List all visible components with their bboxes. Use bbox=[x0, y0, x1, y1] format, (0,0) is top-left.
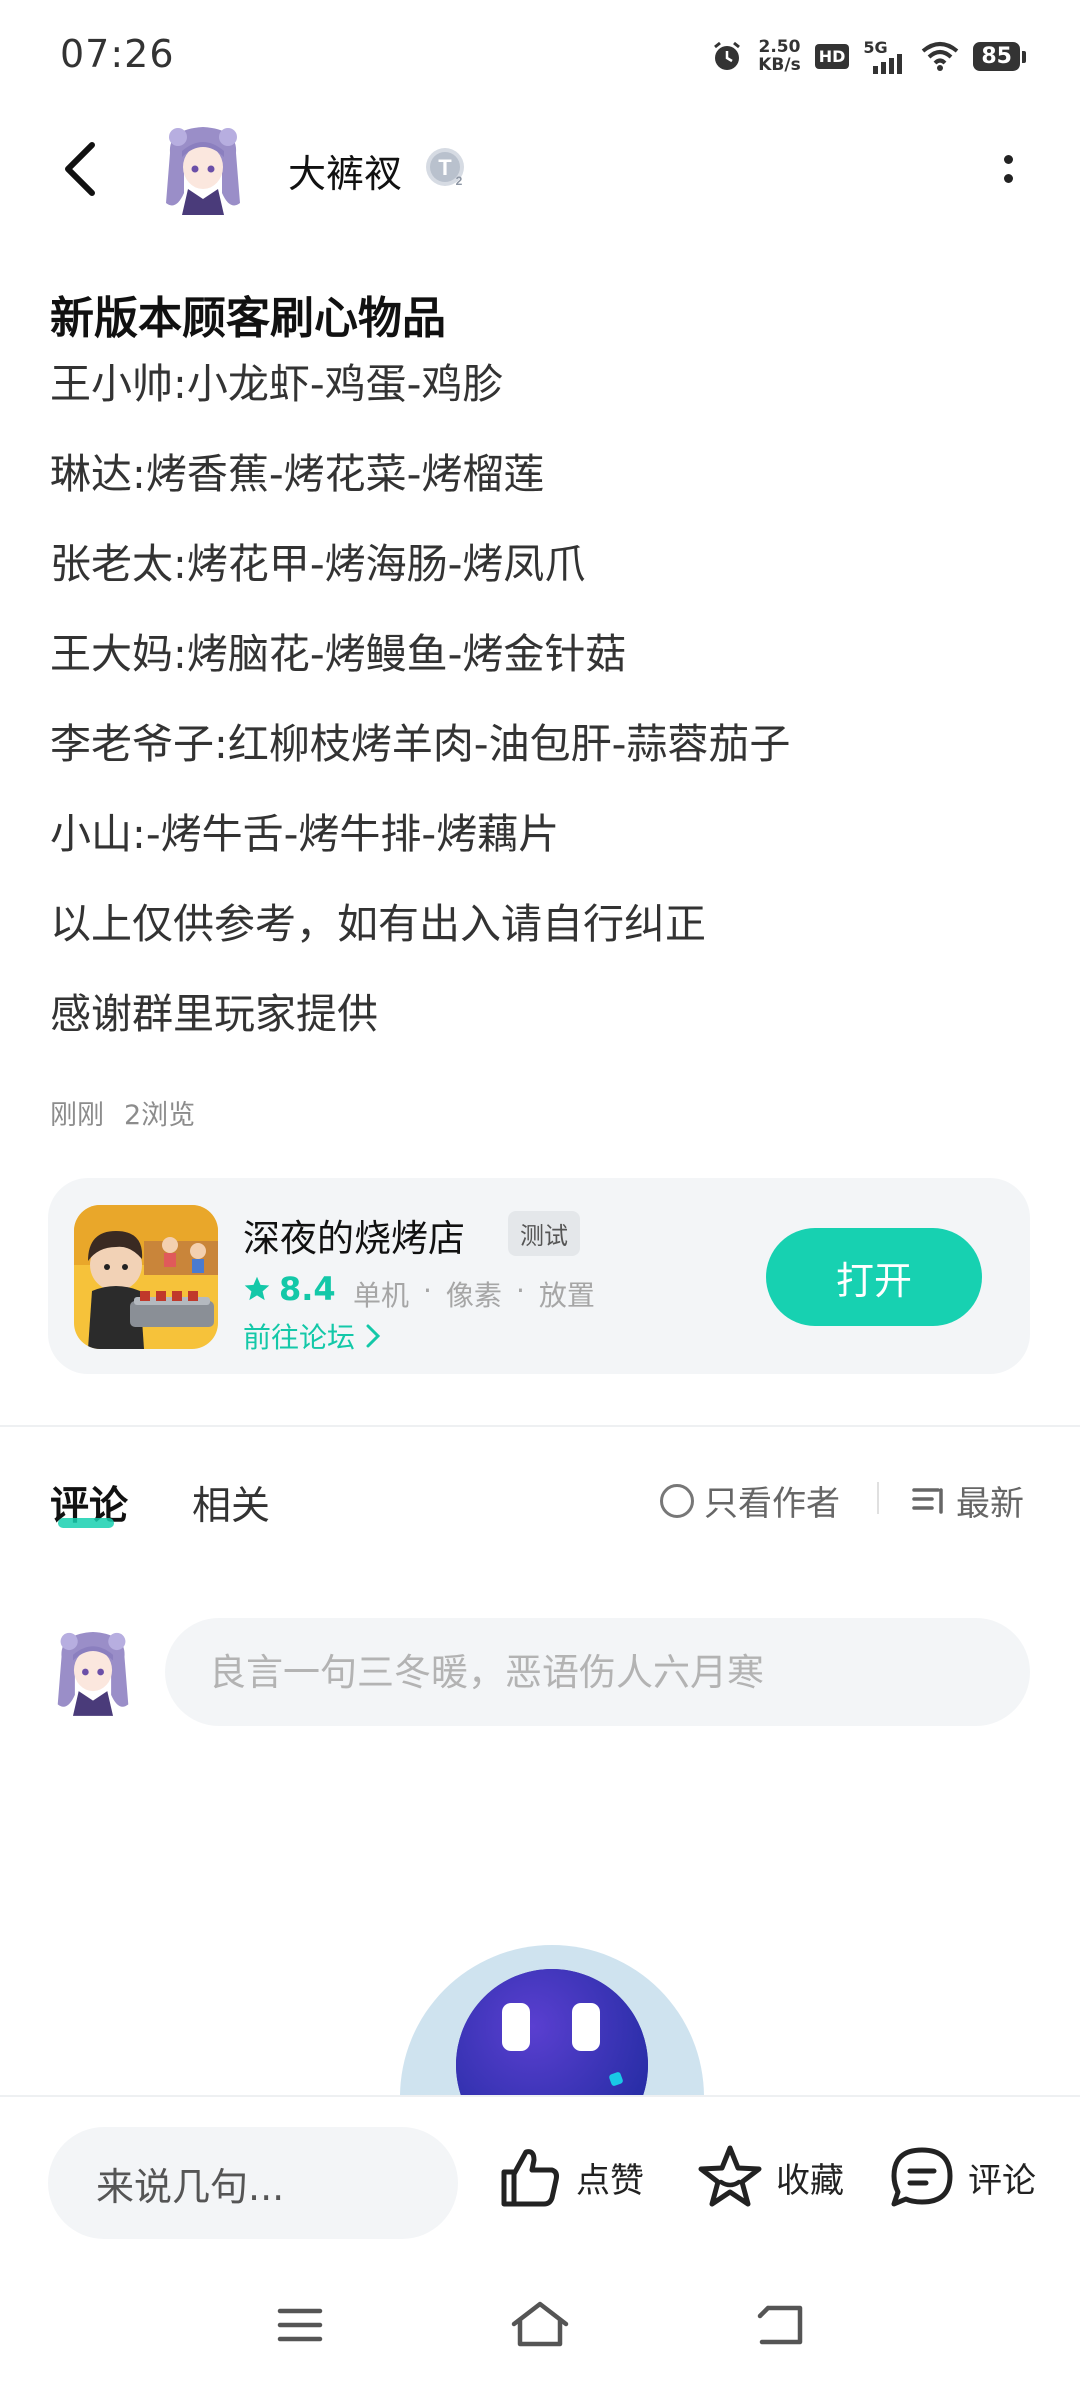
status-time: 07:26 bbox=[60, 32, 175, 76]
network-speed: 2.50 KB/s bbox=[758, 38, 800, 74]
star-outline-icon bbox=[698, 2145, 762, 2207]
forum-link-label: 前往论坛 bbox=[243, 1321, 356, 1354]
alarm-icon bbox=[714, 41, 741, 70]
comment-button[interactable]: 评论 bbox=[888, 2137, 1036, 2217]
post-line: 王小帅:小龙虾-鸡蛋-鸡胗 bbox=[50, 360, 504, 408]
speed-value: 2.50 bbox=[758, 37, 801, 57]
favorite-label: 收藏 bbox=[776, 2160, 844, 2201]
tag-separator: · bbox=[423, 1274, 432, 1307]
tag-separator: · bbox=[515, 1274, 525, 1307]
author-only-toggle[interactable]: 只看作者 bbox=[660, 1476, 840, 1525]
open-game-button[interactable]: 打开 bbox=[766, 1228, 982, 1326]
battery-indicator: 85 bbox=[973, 41, 1026, 71]
menu-icon bbox=[277, 2308, 323, 2342]
like-button[interactable]: 点赞 bbox=[498, 2137, 644, 2217]
hd-badge: HD bbox=[814, 43, 850, 69]
game-card[interactable]: 深夜的烧烤店 测试 8.4 单机 · 像素 · 放置 前往论坛 打开 bbox=[48, 1178, 1030, 1374]
tab-related[interactable]: 相关 bbox=[192, 1475, 270, 1531]
sort-label: 最新 bbox=[956, 1484, 1024, 1524]
post-line: 感谢群里玩家提供 bbox=[50, 990, 378, 1038]
game-status-tag: 测试 bbox=[508, 1211, 580, 1256]
favorite-button[interactable]: 收藏 bbox=[696, 2137, 844, 2217]
author-avatar[interactable] bbox=[160, 123, 246, 215]
level-badge: T 2 bbox=[425, 145, 469, 189]
game-tag-item: 单机 bbox=[353, 1279, 410, 1312]
post-title: 新版本顾客刷心物品 bbox=[50, 293, 446, 344]
back-nav-button[interactable] bbox=[740, 2290, 820, 2360]
comment-input[interactable] bbox=[165, 1618, 1030, 1726]
status-icons: 2.50 KB/s HD 5G 85 bbox=[710, 34, 1026, 78]
home-icon bbox=[511, 2301, 569, 2347]
quick-comment-input[interactable]: 来说几句... bbox=[48, 2127, 458, 2239]
menu-nav-button[interactable] bbox=[260, 2290, 340, 2360]
post-line: 小山:-烤牛舌-烤牛排-烤藕片 bbox=[50, 810, 560, 858]
svg-text:T: T bbox=[438, 155, 452, 180]
post-time: 刚刚 bbox=[50, 1100, 104, 1131]
post-meta: 刚刚 2浏览 bbox=[50, 1093, 195, 1132]
filter-separator bbox=[877, 1482, 879, 1514]
post-line: 琳达:烤香蕉-烤花菜-烤榴莲 bbox=[50, 450, 545, 498]
bottom-action-bar: 来说几句... 点赞 收藏 评论 bbox=[0, 2095, 1080, 2250]
back-arrow-icon bbox=[65, 142, 95, 196]
post-line: 以上仅供参考，如有出入请自行纠正 bbox=[50, 900, 706, 948]
system-navigation-bar bbox=[0, 2250, 1080, 2400]
rating-value: 8.4 bbox=[279, 1270, 336, 1308]
active-tab-indicator bbox=[58, 1518, 114, 1528]
game-rating: 8.4 bbox=[243, 1270, 336, 1308]
game-tags: 单机 · 像素 · 放置 bbox=[353, 1274, 595, 1314]
user-avatar bbox=[52, 1626, 134, 1718]
like-label: 点赞 bbox=[576, 2160, 644, 2201]
status-bar: 07:26 2.50 KB/s HD 5G 85 bbox=[0, 0, 1080, 110]
game-icon[interactable] bbox=[74, 1205, 218, 1349]
star-icon bbox=[244, 1276, 270, 1301]
thumbs-up-icon bbox=[501, 2149, 559, 2207]
return-icon bbox=[757, 2305, 803, 2345]
chevron-right-icon bbox=[366, 1324, 381, 1348]
game-tag-item: 像素 bbox=[445, 1279, 502, 1312]
game-name[interactable]: 深夜的烧烤店 bbox=[243, 1208, 465, 1262]
post-body: 王小帅:小龙虾-鸡蛋-鸡胗 琳达:烤香蕉-烤花菜-烤榴莲 张老太:烤花甲-烤海肠… bbox=[50, 355, 1030, 1075]
view-count: 2浏览 bbox=[124, 1100, 196, 1131]
mascot-illustration bbox=[400, 1945, 704, 2095]
chat-bubble-icon bbox=[891, 2147, 953, 2207]
sort-lines-icon bbox=[912, 1487, 943, 1514]
more-vertical-icon bbox=[1003, 155, 1013, 164]
post-line: 张老太:烤花甲-烤海肠-烤凤爪 bbox=[50, 540, 586, 588]
wifi-icon bbox=[922, 42, 959, 71]
home-nav-button[interactable] bbox=[500, 2290, 580, 2360]
section-divider bbox=[0, 1425, 1080, 1427]
forum-link[interactable]: 前往论坛 bbox=[243, 1316, 381, 1356]
author-name[interactable]: 大裤衩 bbox=[288, 143, 402, 198]
post-line: 李老爷子:红柳枝烤羊肉-油包肝-蒜蓉茄子 bbox=[50, 720, 791, 768]
back-button[interactable] bbox=[48, 137, 112, 201]
sort-button[interactable]: 最新 bbox=[912, 1476, 1024, 1525]
cellular-signal-icon: 5G bbox=[863, 38, 907, 74]
game-tag-item: 放置 bbox=[538, 1279, 595, 1312]
svg-text:2: 2 bbox=[456, 174, 463, 188]
more-options-button[interactable] bbox=[976, 137, 1040, 201]
author-only-label: 只看作者 bbox=[704, 1484, 840, 1524]
radio-icon bbox=[660, 1483, 694, 1518]
speed-unit: KB/s bbox=[758, 55, 801, 75]
comment-label: 评论 bbox=[968, 2160, 1036, 2201]
post-header: 大裤衩 T 2 bbox=[0, 115, 1080, 225]
post-line: 王大妈:烤脑花-烤鳗鱼-烤金针菇 bbox=[50, 630, 627, 678]
